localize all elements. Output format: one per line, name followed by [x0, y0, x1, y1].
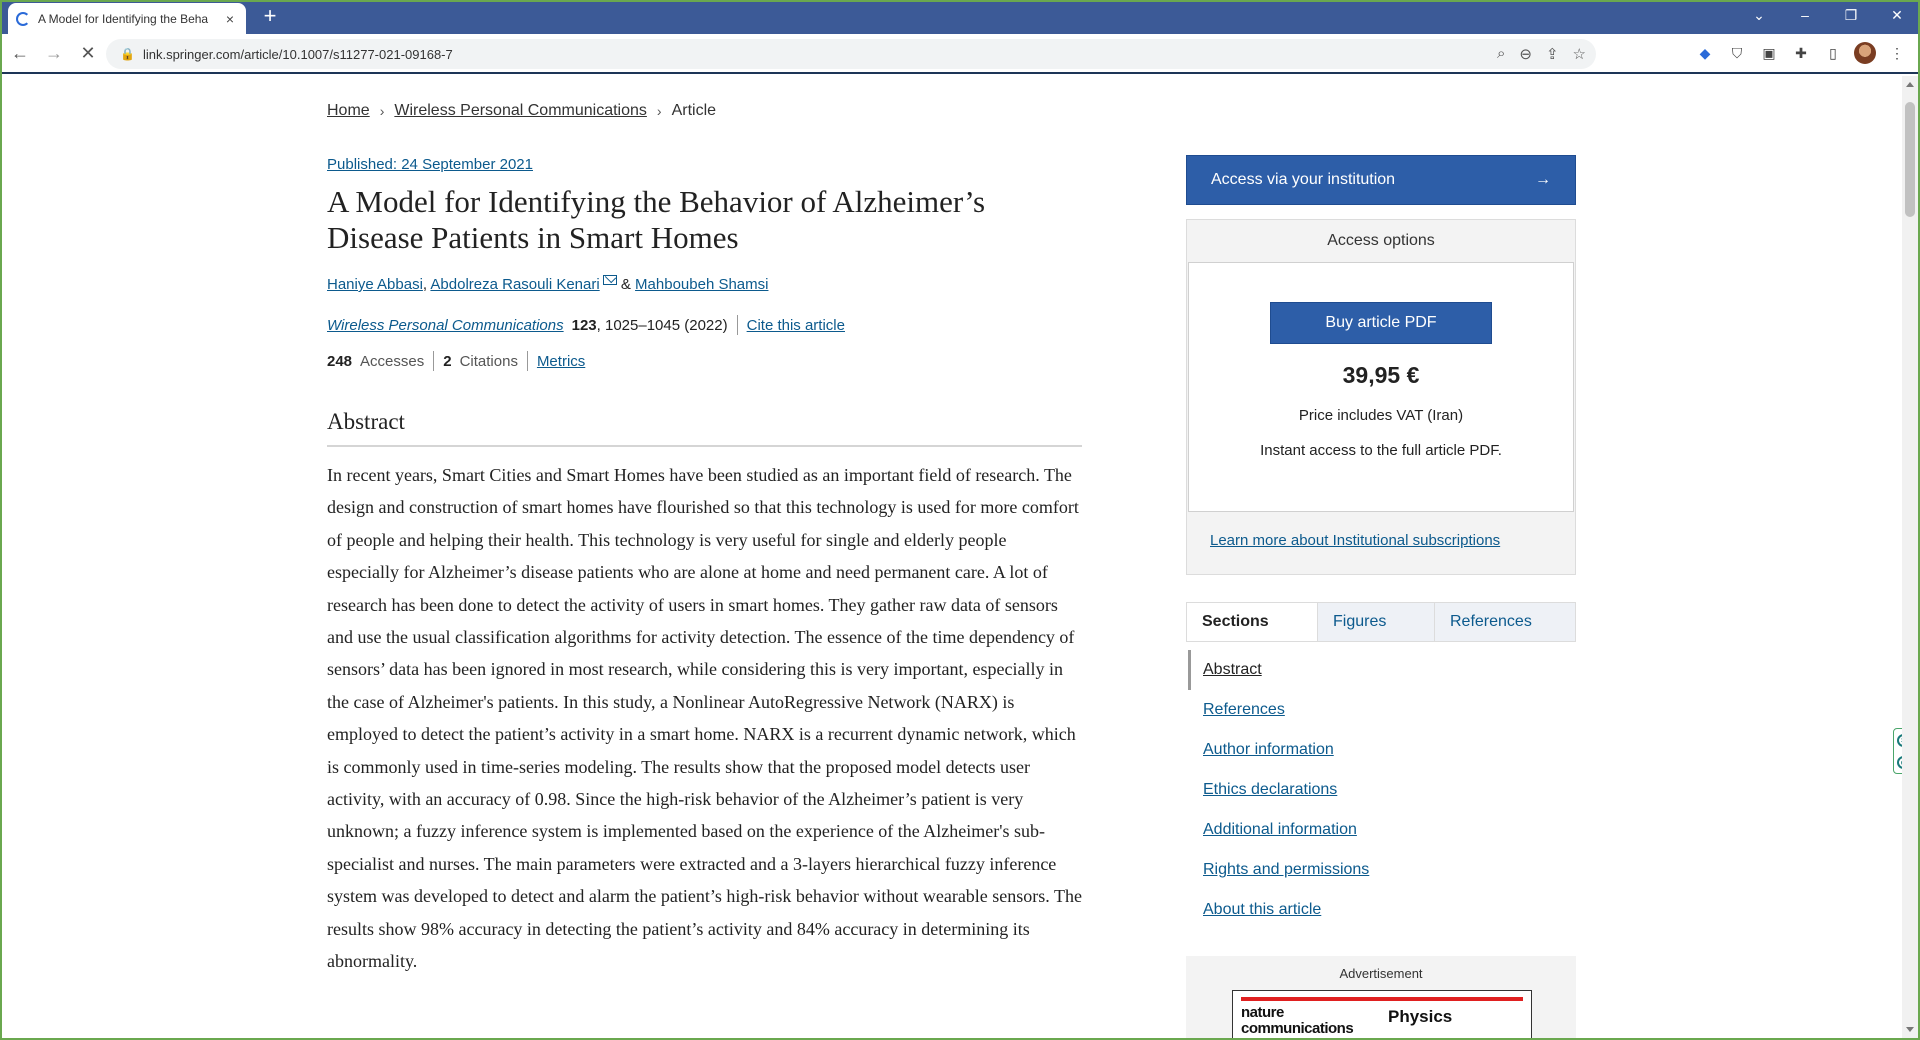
extensions-puzzle-icon[interactable]: ✚ [1790, 42, 1812, 64]
tab-figures[interactable]: Figures [1317, 603, 1434, 641]
tab-search-icon[interactable]: ⌄ [1736, 0, 1782, 30]
page-scrollbar[interactable] [1902, 76, 1918, 1038]
ad-accent-bar [1241, 997, 1523, 1001]
window-controls: ⌄ – ❐ ✕ [1736, 0, 1920, 30]
access-institution-label: Access via your institution [1211, 171, 1396, 188]
author-separator: & [620, 276, 631, 293]
forward-arrow-icon[interactable]: → [40, 39, 68, 67]
side-panel-icon[interactable]: ▯ [1822, 42, 1844, 64]
institutional-subscriptions-link[interactable]: Learn more about Institutional subscript… [1210, 532, 1500, 549]
divider [433, 351, 435, 371]
share-icon[interactable]: ⇪ [1546, 45, 1559, 63]
zoom-out-icon[interactable]: ⊖ [1519, 45, 1532, 63]
breadcrumb-home[interactable]: Home [327, 102, 370, 120]
section-link-about[interactable]: About this article [1186, 890, 1576, 930]
close-window-icon[interactable]: ✕ [1874, 0, 1920, 30]
section-link-additional-information[interactable]: Additional information [1186, 810, 1576, 850]
published-date[interactable]: Published: 24 September 2021 [327, 156, 533, 173]
chevron-right-icon: › [379, 103, 385, 119]
access-institution-button[interactable]: Access via your institution → [1186, 155, 1576, 205]
journal-link[interactable]: Wireless Personal Communications [327, 317, 564, 334]
browser-tabbar: A Model for Identifying the Beha × + ⌄ –… [0, 0, 1920, 34]
scroll-up-icon[interactable] [1906, 82, 1914, 87]
ad-brand: nature communications [1241, 1004, 1354, 1037]
loading-spinner-icon [16, 11, 30, 26]
browser-toolbar: ← → ✕ 🔒 link.springer.com/article/10.100… [0, 34, 1920, 74]
author-list: Haniye Abbasi, Abdolreza Rasouli Kenari … [327, 275, 1082, 293]
advertisement-label: Advertisement [1339, 966, 1423, 981]
omnibox-actions: ⌕ ⊖ ⇪ ☆ [1497, 45, 1586, 63]
accesses-count: 248 [327, 352, 353, 370]
breadcrumb: Home › Wireless Personal Communications … [327, 102, 716, 120]
accesses-label: Accesses [360, 352, 425, 370]
article-main: Published: 24 September 2021 A Model for… [327, 156, 1082, 978]
bookmark-star-icon[interactable]: ☆ [1573, 45, 1586, 63]
cite-article-link[interactable]: Cite this article [747, 317, 845, 334]
section-link-author-information[interactable]: Author information [1186, 730, 1576, 770]
pages-year: , 1025–1045 (2022) [596, 316, 728, 334]
volume-number: 123 [571, 316, 597, 334]
buy-article-card: Buy article PDF 39,95 € Price includes V… [1188, 262, 1574, 512]
scrollbar-thumb[interactable] [1905, 102, 1915, 217]
minimize-icon[interactable]: – [1782, 0, 1828, 30]
abstract-text: In recent years, Smart Cities and Smart … [327, 465, 1082, 972]
browser-tab[interactable]: A Model for Identifying the Beha × [8, 3, 246, 34]
vat-note: Price includes VAT (Iran) [1298, 407, 1464, 424]
page-content: Home › Wireless Personal Communications … [2, 76, 1900, 1038]
sidebar-tabs: Sections Figures References [1186, 602, 1576, 642]
active-section-indicator [1188, 650, 1191, 690]
extensions-bar: ◆ ⛉ ▣ ✚ ▯ ⋮ [1694, 42, 1908, 64]
section-link-references[interactable]: References [1186, 690, 1576, 730]
citations-count: 2 [443, 352, 452, 370]
breadcrumb-journal[interactable]: Wireless Personal Communications [394, 102, 647, 120]
tab-sections[interactable]: Sections [1187, 603, 1317, 641]
journal-info: Wireless Personal Communications 123 , 1… [327, 315, 1082, 335]
url-text: link.springer.com/article/10.1007/s11277… [142, 46, 453, 62]
back-arrow-icon[interactable]: ← [6, 39, 34, 67]
lock-icon: 🔒 [120, 47, 135, 61]
section-link-ethics[interactable]: Ethics declarations [1186, 770, 1576, 810]
extension-screenshot-icon[interactable]: ▣ [1758, 42, 1780, 64]
arrow-right-icon: → [1535, 171, 1551, 188]
tab-references[interactable]: References [1434, 603, 1575, 641]
author-link[interactable]: Abdolreza Rasouli Kenari [430, 276, 599, 293]
extension-guard-icon[interactable]: ⛉ [1726, 42, 1748, 64]
citations-label: Citations [459, 352, 518, 370]
stop-loading-icon[interactable]: ✕ [74, 39, 102, 67]
advertisement-banner[interactable]: nature communications Physics [1232, 990, 1532, 1038]
author-separator: , [422, 276, 428, 293]
tab-title: A Model for Identifying the Beha [38, 11, 209, 26]
breadcrumb-current: Article [671, 102, 717, 119]
ad-topic: Physics [1388, 1007, 1453, 1026]
abstract-heading: Abstract [327, 409, 1082, 447]
sections-list: Abstract References Author information E… [1186, 650, 1576, 930]
divider [736, 315, 738, 335]
buy-pdf-button[interactable]: Buy article PDF [1270, 302, 1492, 344]
tab-close-icon[interactable]: × [222, 11, 238, 27]
divider [526, 351, 528, 371]
access-options-panel: Access options Buy article PDF 39,95 € P… [1186, 219, 1576, 575]
menu-kebab-icon[interactable]: ⋮ [1886, 42, 1908, 64]
section-link-rights[interactable]: Rights and permissions [1186, 850, 1576, 890]
section-link-abstract[interactable]: Abstract [1186, 650, 1576, 690]
new-tab-button[interactable]: + [258, 4, 282, 30]
metrics-link[interactable]: Metrics [537, 353, 585, 370]
author-link[interactable]: Mahboubeh Shamsi [635, 276, 768, 293]
address-bar[interactable]: 🔒 link.springer.com/article/10.1007/s112… [106, 39, 1596, 69]
author-link[interactable]: Haniye Abbasi [327, 276, 423, 293]
restore-icon[interactable]: ❐ [1828, 0, 1874, 30]
access-options-title: Access options [1327, 232, 1435, 249]
article-price: 39,95 € [1342, 362, 1420, 388]
page-title: A Model for Identifying the Behavior of … [327, 184, 986, 255]
mail-icon[interactable] [602, 275, 617, 285]
chevron-right-icon: › [656, 103, 662, 119]
profile-avatar[interactable] [1854, 42, 1876, 64]
article-metrics: 248 Accesses 2 Citations Metrics [327, 351, 1082, 371]
advertisement-panel: Advertisement nature communications Phys… [1186, 956, 1576, 1038]
scroll-down-icon[interactable] [1906, 1027, 1914, 1032]
search-icon[interactable]: ⌕ [1497, 45, 1505, 63]
instant-access-note: Instant access to the full article PDF. [1260, 442, 1502, 459]
extension-shield-icon[interactable]: ◆ [1694, 42, 1716, 64]
